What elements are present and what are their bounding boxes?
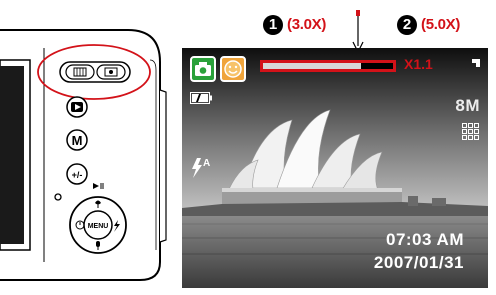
playback-icon xyxy=(71,102,83,112)
step-1-badge: 1 xyxy=(263,15,283,35)
zoom-level-fill xyxy=(263,63,361,69)
lcd-screen: X1.1 A 8M 07:03 AM 2007/01/31 xyxy=(182,48,488,288)
menu-mode-button-label: M xyxy=(72,133,83,148)
exposure-button-label: +/- xyxy=(72,170,83,180)
flash-mode-label: A xyxy=(203,158,210,169)
step-1-zoom-label: (3.0X) xyxy=(287,16,327,33)
flash-auto-icon: A xyxy=(192,158,210,178)
face-detection-icon xyxy=(220,56,246,82)
menu-button-label: MENU xyxy=(88,223,109,230)
stabilizer-icon xyxy=(472,59,480,67)
camera-mode-icon xyxy=(190,56,216,82)
step-2-badge: 2 xyxy=(397,15,417,35)
resolution-label: 8M xyxy=(455,96,480,115)
zoom-buttons xyxy=(59,61,131,83)
step-2-zoom-label: (5.0X) xyxy=(421,16,461,33)
zoom-level-remaining xyxy=(361,63,393,69)
camera-back-illustration: M +/- MENU xyxy=(0,29,167,281)
battery-icon xyxy=(190,92,212,104)
quality-grid-icon xyxy=(462,123,479,140)
zoom-factor-label: X1.1 xyxy=(404,56,433,72)
zoom-level-bar xyxy=(260,60,396,72)
date-readout: 2007/01/31 xyxy=(373,253,464,272)
time-readout: 07:03 AM xyxy=(385,230,464,249)
